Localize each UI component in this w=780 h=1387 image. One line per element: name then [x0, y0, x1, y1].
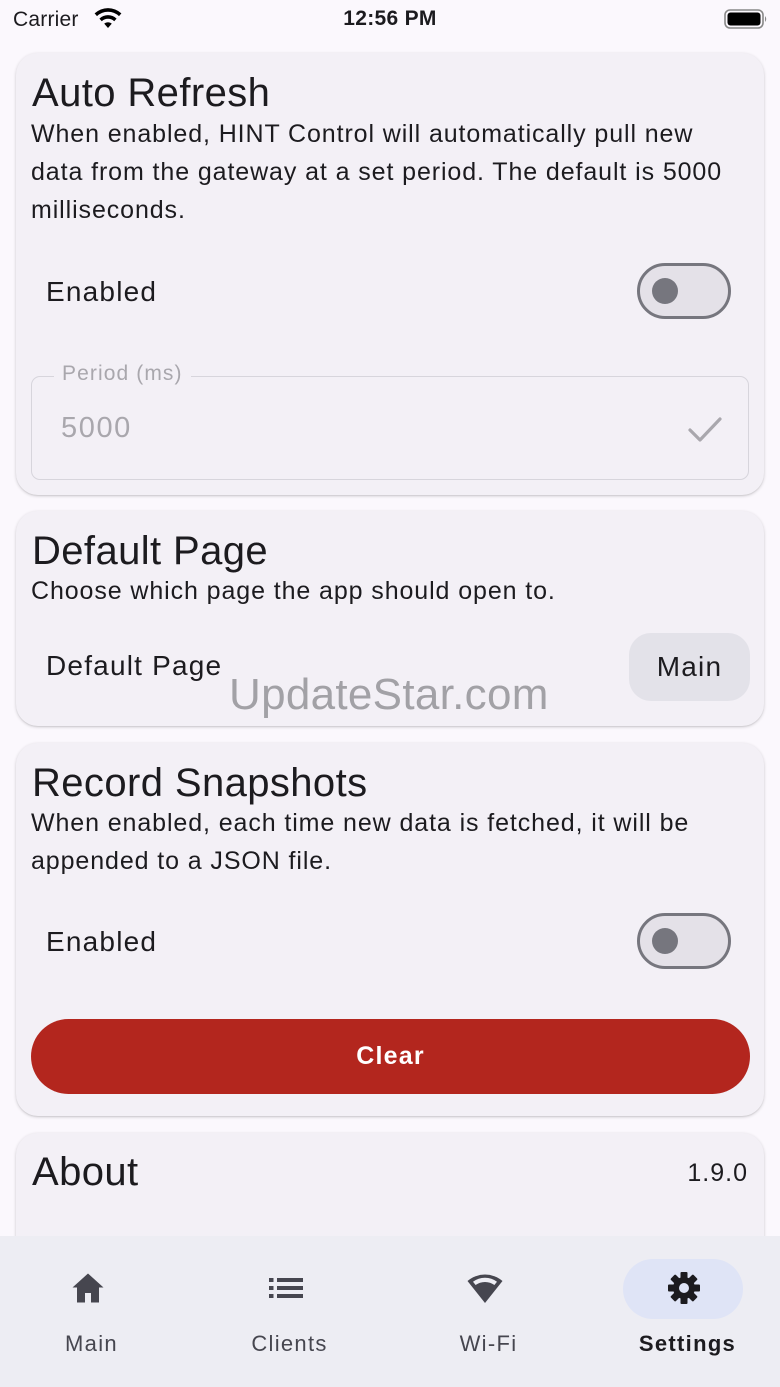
home-icon: [72, 1273, 104, 1303]
record-snapshots-title: Record Snapshots: [32, 761, 368, 805]
clear-button[interactable]: Clear: [31, 1019, 750, 1094]
record-snapshots-description: When enabled, each time new data is fetc…: [31, 809, 690, 875]
default-page-row-label: Default Page: [46, 650, 223, 681]
gear-icon: [668, 1272, 700, 1304]
record-snapshots-card: Record Snapshots When enabled, each time…: [16, 743, 764, 1116]
nav-label-settings: Settings: [638, 1331, 737, 1356]
period-input[interactable]: Period (ms) 5000: [31, 362, 749, 480]
nav-label-wifi: Wi-Fi: [459, 1331, 518, 1356]
toggle-knob: [652, 278, 678, 304]
nav-item-wifi[interactable]: Wi-Fi: [391, 1236, 586, 1387]
default-page-dropdown[interactable]: Main: [629, 633, 750, 701]
toggle-knob: [652, 928, 678, 954]
auto-refresh-enabled-label: Enabled: [46, 276, 158, 307]
nav-label-main: Main: [65, 1331, 118, 1356]
nav-label-clients: Clients: [251, 1331, 328, 1356]
bottom-navigation: Main Clients Wi-Fi Settings: [0, 1236, 780, 1387]
default-page-description: Choose which page the app should open to…: [31, 577, 556, 605]
list-icon: [269, 1278, 303, 1298]
auto-refresh-description: When enabled, HINT Control will automati…: [31, 120, 723, 224]
auto-refresh-card: Auto Refresh When enabled, HINT Control …: [16, 53, 764, 495]
nav-item-main[interactable]: Main: [0, 1236, 189, 1387]
wifi-icon: [467, 1274, 503, 1303]
check-icon[interactable]: [687, 415, 723, 445]
record-snapshots-enabled-label: Enabled: [46, 926, 158, 957]
battery-icon: [724, 9, 767, 29]
period-value: 5000: [61, 412, 132, 444]
about-title: About: [32, 1150, 139, 1194]
default-page-title: Default Page: [32, 529, 269, 573]
nav-item-clients[interactable]: Clients: [192, 1236, 387, 1387]
period-field-label: Period (ms): [54, 362, 191, 386]
watermark: UpdateStar.com: [229, 670, 549, 719]
auto-refresh-title: Auto Refresh: [32, 71, 271, 115]
status-bar: Carrier 12:56 PM: [0, 0, 780, 42]
nav-item-settings[interactable]: Settings: [590, 1236, 780, 1387]
auto-refresh-toggle[interactable]: [637, 263, 731, 319]
record-snapshots-toggle[interactable]: [637, 913, 731, 969]
app-version: 1.9.0: [687, 1159, 748, 1187]
clock: 12:56 PM: [343, 7, 437, 30]
